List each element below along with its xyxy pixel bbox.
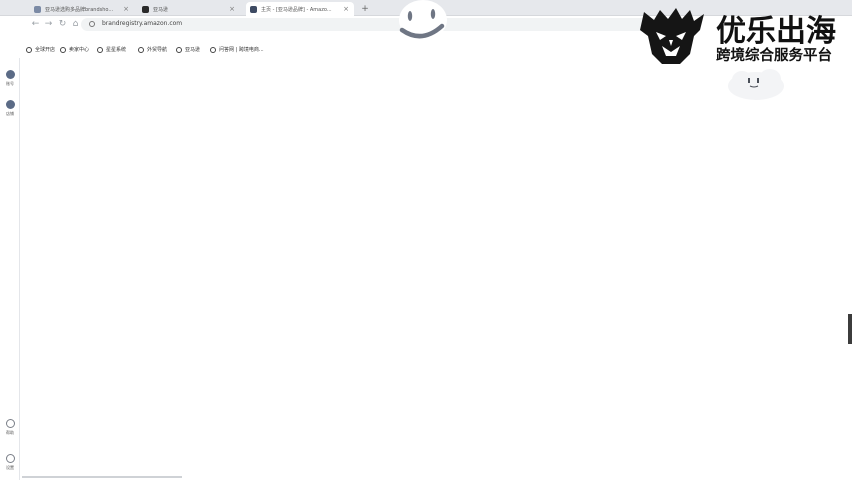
tab-label: 亚马逊选购多品牌brandsho... [45, 6, 114, 13]
globe-icon [210, 46, 216, 53]
sidebar-item-store[interactable]: 店铺 [2, 100, 18, 117]
lion-logo-icon [640, 8, 704, 64]
status-strip [22, 476, 182, 478]
globe-icon [138, 46, 144, 53]
bookmark-label: 外贸导航 [147, 47, 168, 53]
bookmark-item[interactable]: 问答网 | 跨境电商... [210, 46, 264, 53]
globe-icon [26, 46, 32, 53]
forward-arrow-icon[interactable]: → [43, 19, 54, 30]
tab-favicon-icon [34, 5, 41, 13]
bookmark-item[interactable]: 亚马逊 [176, 46, 200, 53]
cloud-face-icon [728, 69, 784, 100]
bookmark-item[interactable]: 星星系统 [97, 46, 126, 53]
sidebar-item-account[interactable]: 账号 [2, 70, 18, 87]
tab-brand-home[interactable]: 主页 - [亚马逊品牌] - Amazo... × [246, 2, 354, 16]
bookmark-item[interactable]: 外贸导航 [138, 46, 167, 53]
close-icon[interactable]: × [229, 5, 235, 13]
globe-icon [176, 46, 182, 53]
bookmark-label: 问答网 | 跨境电商... [219, 47, 264, 53]
account-icon [5, 70, 15, 79]
new-tab-button[interactable]: + [358, 2, 372, 16]
sidebar-item-settings[interactable]: 设置 [2, 454, 18, 471]
left-sidebar: 账号 店铺 帮助 设置 [0, 58, 20, 480]
close-icon[interactable]: × [343, 5, 349, 13]
bookmark-label: 卖家中心 [69, 47, 90, 53]
reload-icon[interactable]: ↻ [57, 19, 68, 30]
bookmark-label: 全球开店 [35, 47, 56, 53]
bookmark-label: 亚马逊 [185, 47, 201, 53]
bookmark-label: 星星系统 [106, 47, 127, 53]
sidebar-item-label: 帮助 [6, 430, 14, 435]
brand-tagline: 跨境综合服务平台 [716, 48, 832, 64]
sidebar-item-label: 账号 [6, 81, 14, 86]
site-info-icon[interactable] [89, 21, 95, 27]
sidebar-item-label: 设置 [6, 465, 14, 470]
sidebar-item-label: 店铺 [6, 111, 14, 116]
tab-favicon-icon [250, 5, 257, 13]
back-arrow-icon[interactable]: ← [30, 19, 41, 30]
globe-icon [97, 46, 103, 53]
tab-amazon[interactable]: 亚马逊 × [138, 2, 240, 16]
browser-window: 亚马逊选购多品牌brandsho... × 亚马逊 × 主页 - [亚马逊品牌]… [0, 0, 852, 480]
smiley-face-icon [399, 0, 447, 40]
tab-label: 主页 - [亚马逊品牌] - Amazo... [261, 6, 332, 13]
tab-brand-share[interactable]: 亚马逊选购多品牌brandsho... × [30, 2, 134, 16]
help-icon [5, 419, 15, 428]
address-bar[interactable]: brandregistry.amazon.com [81, 18, 691, 31]
store-icon [5, 100, 15, 109]
address-url: brandregistry.amazon.com [102, 20, 183, 27]
scrollbar-thumb[interactable] [848, 314, 852, 344]
home-icon[interactable]: ⌂ [70, 19, 81, 30]
tab-favicon-icon [142, 5, 149, 13]
bookmark-item[interactable]: 卖家中心 [60, 46, 89, 53]
brand-watermark: 优乐出海 跨境综合服务平台 [632, 4, 848, 68]
bookmark-item[interactable]: 全球开店 [26, 46, 55, 53]
gear-icon [5, 454, 15, 463]
tab-label: 亚马逊 [153, 6, 169, 13]
globe-icon [60, 46, 66, 53]
close-icon[interactable]: × [123, 5, 129, 13]
plus-icon: + [361, 4, 369, 14]
sidebar-item-help[interactable]: 帮助 [2, 419, 18, 436]
